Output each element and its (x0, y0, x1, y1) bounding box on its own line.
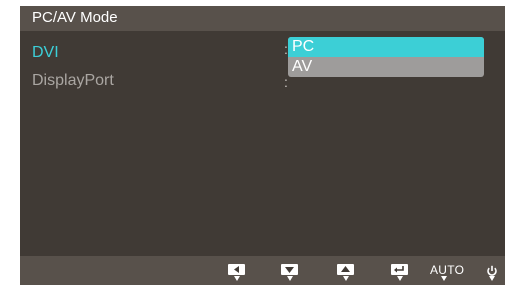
button-guide-bar: AUTO (20, 256, 505, 285)
up-arrow-button[interactable] (337, 264, 354, 275)
left-arrow-button[interactable] (228, 264, 245, 275)
down-indicator-icon (343, 276, 349, 281)
auto-button[interactable]: AUTO (430, 263, 464, 277)
down-indicator-icon (234, 276, 240, 281)
page-title: PC/AV Mode (32, 9, 118, 26)
monitor-screen: PC/AV Mode DVI : DisplayPort : PC AV AUT… (0, 0, 518, 295)
enter-button[interactable] (391, 264, 408, 275)
mode-dropdown[interactable]: PC AV (288, 37, 484, 77)
title-bar: PC/AV Mode (20, 6, 505, 31)
menu-item-dvi[interactable]: DVI (32, 44, 59, 62)
dropdown-option-pc[interactable]: PC (288, 37, 484, 57)
dropdown-option-av[interactable]: AV (288, 57, 484, 77)
down-indicator-icon (489, 276, 495, 281)
down-indicator-icon (441, 276, 447, 281)
osd-window: PC/AV Mode DVI : DisplayPort : PC AV AUT… (20, 6, 505, 285)
down-indicator-icon (287, 276, 293, 281)
dropdown-option-label: PC (292, 38, 315, 55)
dropdown-option-label: AV (292, 58, 313, 75)
down-arrow-button[interactable] (281, 264, 298, 275)
up-arrow-icon (341, 266, 350, 272)
enter-icon (394, 266, 404, 273)
menu-item-displayport[interactable]: DisplayPort (32, 72, 114, 90)
down-indicator-icon (397, 276, 403, 281)
down-arrow-icon (285, 267, 294, 273)
left-arrow-icon (234, 266, 239, 273)
